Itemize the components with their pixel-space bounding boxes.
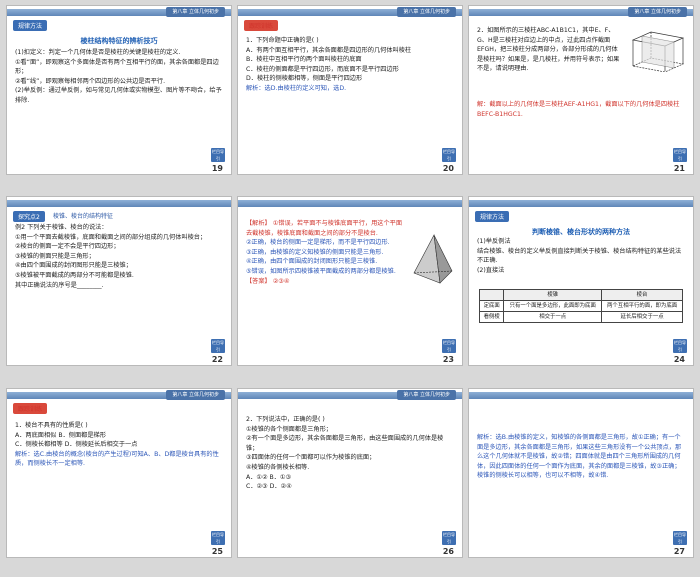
slide-body: 【解析】 ①错误，若平面不与棱锥底面平行，用这个平面去截棱锥，棱锥底面和截面之间… [246,220,403,285]
slide-body: 2．如图所示的三棱柱ABC-A1B1C1，其中E、F、G、H是三棱柱对应边上的中… [477,27,620,73]
section-tag: 跟踪训练 [13,403,48,414]
table-row: 看侧棱 相交于一点 延长后相交于一点 [478,311,683,323]
section-tag: 跟踪训练 [244,20,279,31]
chapter-label: 第八章 立体几何初步 [628,7,687,17]
slide-body: 2．下列说法中，正确的是( ) ①棱锥的各个侧面都是三角形； ②有一个面是多边形… [246,416,444,491]
section-tag: 探究点2 [13,211,45,222]
page-number: 22 [211,355,223,364]
slide-23[interactable]: 【解析】 ①错误，若平面不与棱锥底面平行，用这个平面去截棱锥，棱锥底面和截面之间… [237,196,463,366]
table-row: 定底面 只有一个面是多边形，此面即为底面 两个互相平行的面，即为底面 [478,300,683,312]
slide-header [7,197,231,207]
section-tag: 规律方法 [13,20,48,31]
page-number: 26 [442,547,454,556]
slide-body: 1．下列命题中正确的是( ) A．有两个面互相平行，其余各面都是四边形的几何体叫… [246,36,454,94]
answer-text: 解：截面以上的几何体是三棱柱AEF-A1HG1，截面以下的几何体是四棱柱BEFC… [477,101,680,118]
pyramid-figure [413,234,453,284]
slide-body: (1)扣定义：判定一个几何体是否是棱柱的关键是棱柱的定义. ①看“面”，即观察这… [15,49,222,104]
back-to-menu-button[interactable]: 栏目导引 [211,339,225,353]
slide-title: 判断棱锥、棱台形状的两种方法 [532,228,630,236]
page-number: 24 [673,355,685,364]
chapter-label: 第八章 立体几何初步 [397,7,456,17]
slide-body: (1)举反例法 结合棱锥、棱台的定义举反例直接判断关于棱锥、棱台结构特征的某些说… [477,238,682,274]
answer-text: 解析：选D.由棱柱的定义可知，选D. [246,84,347,92]
answer-label: 【答案】 [246,277,271,285]
slide-header: 第八章 立体几何初步 [238,389,462,400]
slide-header: 第八章 立体几何初步 [7,389,231,400]
section-tag: 规律方法 [475,211,510,222]
back-to-menu-button[interactable]: 栏目导引 [442,148,456,162]
slide-25[interactable]: 第八章 立体几何初步 跟踪训练 1．棱台不具有的性质是( ) A．两底面相似 B… [6,388,232,558]
table-header: 棱台 [601,289,683,301]
slide-21[interactable]: 第八章 立体几何初步 2．如图所示的三棱柱ABC-A1B1C1，其中E、F、G、… [468,5,694,175]
slide-22[interactable]: 探究点2 棱锥、棱台的结构特征 例2 下列关于棱锥、棱台的说法： ①用一个平面去… [6,196,232,366]
slide-header [469,197,693,207]
back-to-menu-button[interactable]: 栏目导引 [211,531,225,545]
chapter-label: 第八章 立体几何初步 [397,390,456,400]
slide-26[interactable]: 第八章 立体几何初步 2．下列说法中，正确的是( ) ①棱锥的各个侧面都是三角形… [237,388,463,558]
page-number: 23 [442,355,454,364]
chapter-label: 第八章 立体几何初步 [166,7,225,17]
slide-header [238,197,462,207]
back-to-menu-button[interactable]: 栏目导引 [673,148,687,162]
back-to-menu-button[interactable]: 栏目导引 [673,531,687,545]
page-number: 20 [442,164,454,173]
page-number: 25 [211,547,223,556]
back-to-menu-button[interactable]: 栏目导引 [673,339,687,353]
slide-24[interactable]: 规律方法 判断棱锥、棱台形状的两种方法 (1)举反例法 结合棱锥、棱台的定义举反… [468,196,694,366]
back-to-menu-button[interactable]: 栏目导引 [442,531,456,545]
page-number: 21 [673,164,685,173]
slide-19[interactable]: 第八章 立体几何初步 规律方法 棱柱结构特征的辨析技巧 (1)扣定义：判定一个几… [6,5,232,175]
back-to-menu-button[interactable]: 栏目导引 [211,148,225,162]
slide-27[interactable]: 解析：选B.由棱锥的定义，知棱锥的各侧面都是三角形，故①正确；有一个面是多边形，… [468,388,694,558]
section-subtitle: 棱锥、棱台的结构特征 [53,213,114,220]
slide-body: 1．棱台不具有的性质是( ) A．两底面相似 B．侧面都是梯形 C．侧棱长都相等… [15,421,223,469]
slide-title: 棱柱结构特征的辨析技巧 [80,37,158,45]
slide-header [469,389,693,399]
answer-text: 解析：选C.由棱台的概念(棱台的产生过程)可知A、B、D都是棱台具有的性质，而侧… [15,450,219,468]
back-to-menu-button[interactable]: 栏目导引 [442,339,456,353]
slide-body: 例2 下列关于棱锥、棱台的说法： ①用一个平面去截棱锥，底面和截面之间的部分组成… [15,224,207,289]
slide-header: 第八章 立体几何初步 [7,6,231,17]
comparison-table: 棱锥 棱台 定底面 只有一个面是多边形，此面即为底面 两个互相平行的面，即为底面… [478,289,683,323]
chapter-label: 第八章 立体几何初步 [166,390,225,400]
page-number: 19 [211,164,223,173]
slide-header: 第八章 立体几何初步 [238,6,462,17]
answer-text: 解析：选B.由棱锥的定义，知棱锥的各侧面都是三角形，故①正确；有一个面是多边形，… [477,434,682,480]
prism-figure [631,31,685,72]
answer-text: ②③④ [272,277,290,285]
slide-20[interactable]: 第八章 立体几何初步 跟踪训练 1．下列命题中正确的是( ) A．有两个面互相平… [237,5,463,175]
table-header: 棱锥 [503,289,603,301]
page-number: 27 [673,547,685,556]
slide-header: 第八章 立体几何初步 [469,6,693,17]
